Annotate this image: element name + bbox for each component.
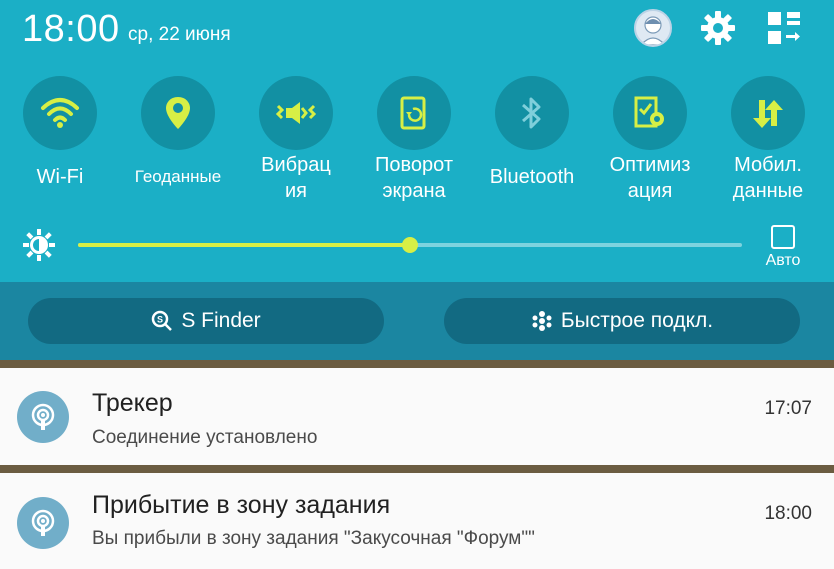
brightness-slider-thumb[interactable] <box>402 237 418 253</box>
quick-connect-icon <box>532 311 552 331</box>
toggle-location-label: Геоданные <box>134 167 222 186</box>
toggle-rotate-screen[interactable]: Поворот экрана <box>359 76 469 202</box>
settings-gear-icon[interactable] <box>698 8 738 48</box>
brightness-icon <box>23 229 55 261</box>
notification-text: Соединение установлено <box>92 427 318 448</box>
toggle-vibration[interactable]: Вибрация <box>241 76 351 202</box>
tracker-app-icon <box>17 497 69 549</box>
brightness-slider-fill <box>78 243 410 247</box>
s-finder-label: S Finder <box>181 309 261 332</box>
edit-toggles-icon[interactable] <box>764 8 804 48</box>
brightness-slider[interactable] <box>78 237 742 253</box>
quick-settings-panel: 18:00 ср, 22 июня Wi-Fi Геоданные Вибрац… <box>0 0 834 282</box>
toggle-mobile-data[interactable]: Мобил. данные <box>713 76 823 202</box>
user-avatar-icon[interactable] <box>634 9 672 47</box>
toggle-wifi-label: Wi-Fi <box>36 166 84 188</box>
notification-time: 18:00 <box>764 503 812 524</box>
toggle-wifi-circle <box>23 76 97 150</box>
vibration-icon <box>275 102 317 124</box>
toggle-mobile-data-circle <box>731 76 805 150</box>
tracker-icon <box>31 509 55 536</box>
status-date: ср, 22 июня <box>128 24 231 45</box>
quick-connect-button[interactable]: Быстрое подкл. <box>444 298 800 344</box>
auto-brightness-checkbox[interactable] <box>771 225 795 249</box>
toggle-location-circle <box>141 76 215 150</box>
tracker-icon <box>31 403 55 430</box>
auto-brightness-label: Авто <box>765 252 801 269</box>
notification-title: Трекер <box>92 389 173 417</box>
notification-tracker[interactable]: Трекер Соединение установлено 17:07 <box>0 368 834 465</box>
toggle-location[interactable]: Геоданные <box>123 76 233 186</box>
toggle-optimization-label: Оптимизация <box>609 154 691 202</box>
s-finder-button[interactable]: S S Finder <box>28 298 384 344</box>
toggle-vibration-circle <box>259 76 333 150</box>
svg-text:S: S <box>157 315 163 325</box>
action-buttons-bar: S S Finder Быстрое подкл. <box>0 282 834 360</box>
toggle-rotate-circle <box>377 76 451 150</box>
status-time: 18:00 <box>22 8 120 50</box>
toggle-optimization-circle <box>613 76 687 150</box>
optimization-icon <box>634 96 664 128</box>
s-finder-search-icon: S <box>152 310 173 331</box>
quick-connect-label: Быстрое подкл. <box>560 309 714 332</box>
toggle-mobile-data-label: Мобил. данные <box>732 154 804 202</box>
toggle-bluetooth[interactable]: Bluetooth <box>477 76 587 188</box>
rotate-screen-icon <box>400 96 426 130</box>
toggle-rotate-label: Поворот экрана <box>375 154 453 202</box>
notification-text: Вы прибыли в зону задания "Закусочная "Ф… <box>92 528 535 549</box>
mobile-data-icon <box>753 100 783 128</box>
toggle-optimization[interactable]: Оптимизация <box>595 76 705 202</box>
toggle-bluetooth-label: Bluetooth <box>489 166 575 188</box>
notification-time: 17:07 <box>764 398 812 419</box>
toggle-vibration-label: Вибрация <box>261 154 331 202</box>
toggle-wifi[interactable]: Wi-Fi <box>5 76 115 188</box>
notification-title: Прибытие в зону задания <box>92 491 391 519</box>
wifi-icon <box>41 98 79 128</box>
tracker-app-icon <box>17 391 69 443</box>
bluetooth-icon <box>522 97 541 129</box>
location-icon <box>166 97 190 129</box>
notification-arrival[interactable]: Прибытие в зону задания Вы прибыли в зон… <box>0 473 834 569</box>
toggle-bluetooth-circle <box>495 76 569 150</box>
